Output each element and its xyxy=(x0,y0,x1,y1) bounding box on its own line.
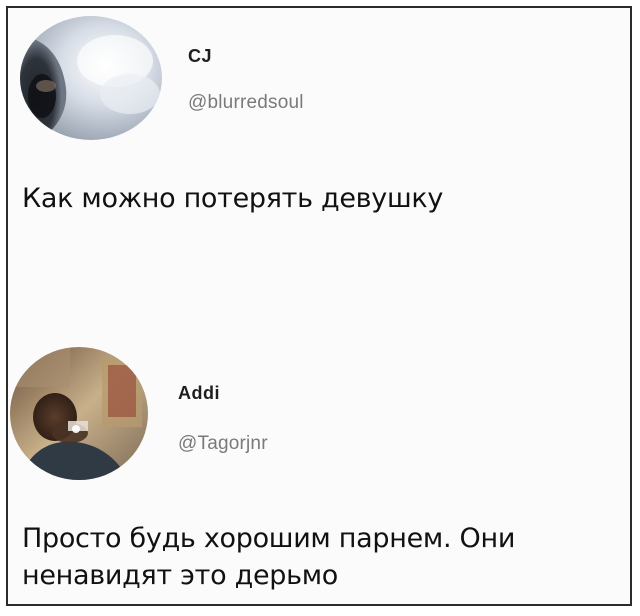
avatar-image xyxy=(10,347,148,480)
display-name[interactable]: Addi xyxy=(178,383,220,404)
tweet-text: Просто будь хорошим парнем. Они ненавидя… xyxy=(22,523,516,591)
tweet-text: Как можно потерять девушку xyxy=(22,183,444,214)
display-name[interactable]: CJ xyxy=(188,46,212,67)
avatar-icon[interactable] xyxy=(10,347,148,480)
avatar-image xyxy=(20,16,162,140)
avatar-icon[interactable] xyxy=(20,16,162,140)
user-handle[interactable]: @Tagorjnr xyxy=(178,433,268,455)
screenshot-frame: CJ @blurredsoul Как можно потерять девуш… xyxy=(6,6,632,606)
user-handle[interactable]: @blurredsoul xyxy=(188,92,304,114)
